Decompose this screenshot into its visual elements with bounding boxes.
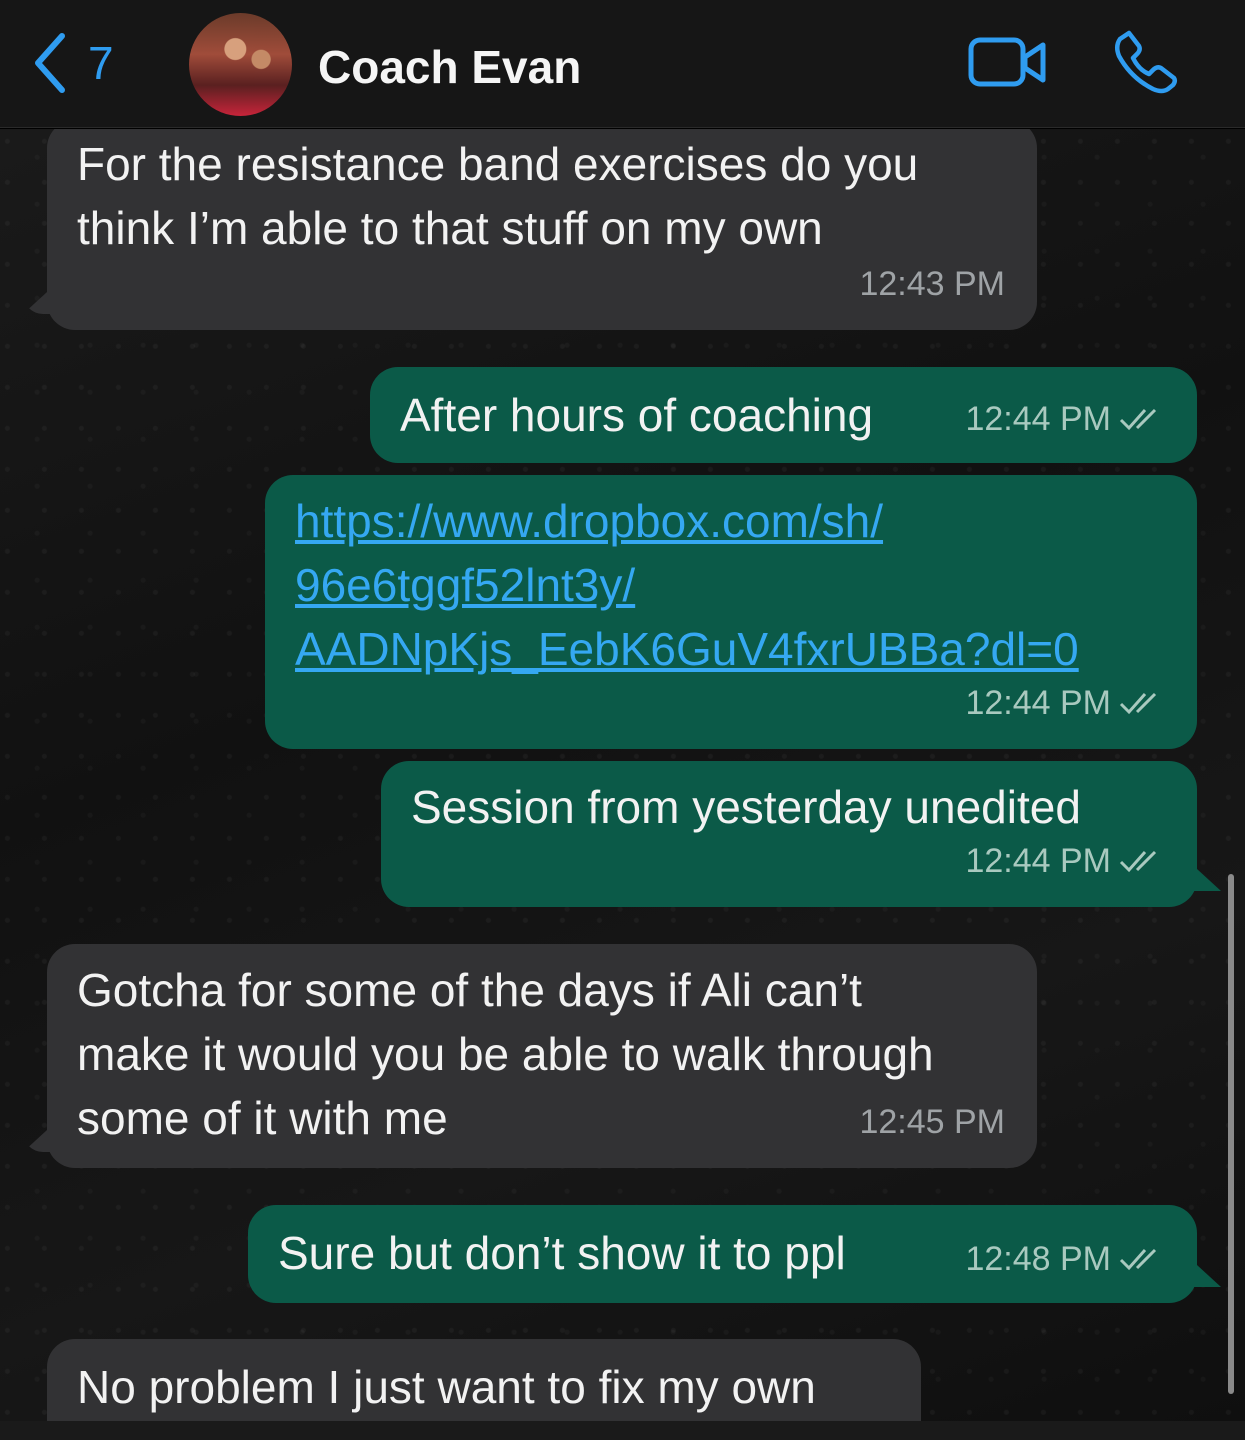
message-link[interactable]: https://www.dropbox.com/sh/ 96e6tggf52ln… — [295, 489, 1167, 681]
read-ticks-icon — [1119, 1248, 1157, 1271]
read-ticks-icon — [1119, 850, 1157, 873]
message-outgoing[interactable]: https://www.dropbox.com/sh/ 96e6tggf52ln… — [265, 475, 1197, 749]
message-time: 12:44 PM — [965, 684, 1111, 722]
unread-count: 7 — [88, 37, 114, 89]
message-time: 12:44 PM — [965, 400, 1111, 438]
message-outgoing[interactable]: Session from yesterday unedited 12:44 PM — [381, 761, 1197, 907]
message-incoming[interactable]: Gotcha for some of the days if Ali can’t… — [47, 944, 1037, 1168]
video-call-icon[interactable] — [968, 35, 1048, 90]
chevron-left-icon — [35, 33, 65, 93]
message-time: 12:45 PM — [859, 1103, 1005, 1141]
message-incoming[interactable]: For the resistance band exercises do you… — [47, 129, 1037, 330]
read-ticks-icon — [1119, 408, 1157, 431]
message-list[interactable]: For the resistance band exercises do you… — [0, 129, 1245, 1421]
message-text: For the resistance band exercises do you… — [77, 138, 919, 254]
scrollbar[interactable] — [1228, 874, 1234, 1394]
chat-header: 7 Coach Evan — [0, 0, 1245, 128]
contact-name[interactable]: Coach Evan — [318, 40, 581, 94]
message-outgoing[interactable]: Sure but don’t show it to ppl 12:48 PM — [248, 1205, 1197, 1303]
message-time: 12:44 PM — [965, 842, 1111, 880]
message-time: 12:48 PM — [965, 1240, 1111, 1278]
input-bar — [0, 1421, 1245, 1440]
message-time: 12:43 PM — [859, 265, 1005, 303]
message-text: No problem I just want to fix my own — [77, 1361, 816, 1413]
phone-icon[interactable] — [1113, 28, 1179, 94]
message-outgoing[interactable]: After hours of coaching 12:44 PM — [370, 367, 1197, 463]
message-incoming[interactable]: No problem I just want to fix my own — [47, 1339, 921, 1421]
avatar[interactable] — [189, 13, 292, 116]
read-ticks-icon — [1119, 692, 1157, 715]
back-button[interactable]: 7 — [30, 28, 140, 98]
